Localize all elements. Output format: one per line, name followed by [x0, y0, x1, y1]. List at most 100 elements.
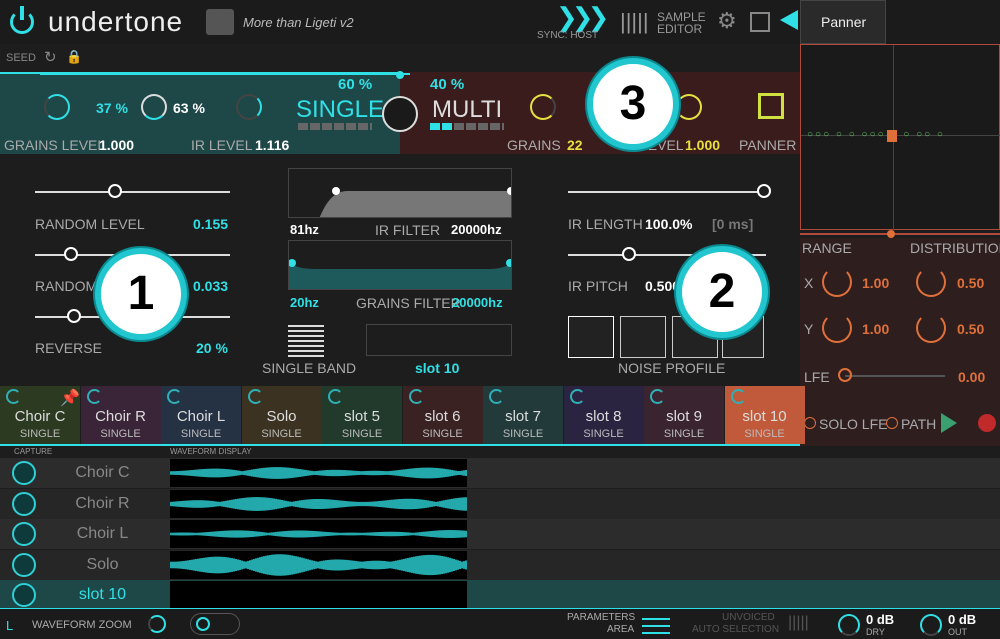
- tab-8[interactable]: slot 9 SINGLE: [644, 386, 724, 444]
- tab-3[interactable]: Solo SINGLE: [241, 386, 322, 444]
- out-knob[interactable]: [920, 614, 942, 636]
- zoom-slider[interactable]: [190, 613, 240, 635]
- capture-row[interactable]: Choir L: [0, 519, 1000, 549]
- panner-icon[interactable]: [758, 93, 784, 119]
- tab-2[interactable]: Choir L SINGLE: [161, 386, 241, 444]
- ir-length-handle[interactable]: [757, 184, 771, 198]
- random-handle[interactable]: [64, 247, 78, 261]
- noise-profile-2[interactable]: [620, 316, 666, 358]
- path-label: PATH: [901, 416, 937, 432]
- single-label[interactable]: SINGLE: [296, 96, 384, 124]
- capture-row[interactable]: Solo: [0, 549, 1000, 580]
- panner-tooltip: Panner: [800, 0, 886, 44]
- grains-knob[interactable]: [530, 94, 556, 120]
- pin-icon[interactable]: 📌: [60, 388, 80, 408]
- capture-icon[interactable]: [12, 583, 36, 607]
- seed-label: SEED: [6, 52, 36, 64]
- y-range-knob[interactable]: [822, 313, 852, 343]
- pct-single: 60 %: [338, 76, 373, 93]
- x-range-knob[interactable]: [822, 267, 852, 297]
- tab-name: slot 9: [666, 408, 702, 425]
- params-label-2[interactable]: AREA: [607, 624, 634, 635]
- path-radio[interactable]: [886, 417, 898, 429]
- tab-7[interactable]: slot 8 SINGLE: [563, 386, 644, 444]
- capture-icon[interactable]: [12, 491, 36, 516]
- gear-icon[interactable]: ⚙: [717, 8, 737, 34]
- panner-arrow-icon: [780, 10, 798, 30]
- row-name: Choir C: [75, 464, 130, 481]
- solo-lfe-radio[interactable]: [804, 417, 816, 429]
- dry-value: 0 dB: [866, 612, 895, 627]
- preset-name[interactable]: More than Ligeti v2: [243, 15, 354, 30]
- panner-area[interactable]: ○○○ ○ ○ ○○○ ○ ○ ○○ ○: [800, 44, 1000, 231]
- tab-1[interactable]: Choir R SINGLE: [80, 386, 161, 444]
- tab-9[interactable]: slot 10 SINGLE: [724, 386, 805, 444]
- dry-label: DRY: [866, 627, 885, 637]
- unvoiced-icon[interactable]: |||||: [788, 614, 809, 632]
- zoom-knob[interactable]: [148, 615, 166, 633]
- tab-sub: SINGLE: [180, 428, 222, 440]
- grains-label: GRAINS: [507, 137, 561, 153]
- refresh-icon[interactable]: ↻: [44, 48, 57, 66]
- random-level-handle[interactable]: [108, 184, 122, 198]
- ir-length-slider[interactable]: [568, 191, 766, 193]
- range-label: RANGE: [802, 240, 852, 256]
- x-dist-value: 0.50: [957, 275, 985, 291]
- lock-icon[interactable]: 🔒: [66, 49, 82, 65]
- knob3[interactable]: [236, 94, 262, 120]
- capture-icon[interactable]: [12, 522, 36, 546]
- zoom-slider-handle[interactable]: [196, 617, 210, 631]
- capture-row[interactable]: Choir R: [0, 488, 1000, 519]
- level-knob[interactable]: [676, 94, 702, 120]
- random-level-slider[interactable]: [35, 191, 230, 193]
- sync-icon[interactable]: ❯❯❯: [556, 2, 609, 33]
- grains-filter-curve: [289, 259, 511, 289]
- reverse-handle[interactable]: [67, 309, 81, 323]
- window-icon[interactable]: [750, 12, 770, 32]
- preset-icon[interactable]: [206, 9, 234, 35]
- dry-knob[interactable]: [838, 614, 860, 636]
- capture-icon[interactable]: [12, 552, 36, 577]
- ir-filter-low: 81hz: [290, 222, 319, 237]
- ir-pitch-handle[interactable]: [622, 247, 636, 261]
- capture-icon[interactable]: [12, 461, 36, 485]
- grains-filter-graph[interactable]: [288, 240, 512, 290]
- tab-sub: SINGLE: [341, 428, 383, 440]
- panner-bottom-dot[interactable]: [887, 230, 895, 238]
- params-icon[interactable]: [642, 614, 670, 634]
- single-band-icon[interactable]: [288, 325, 324, 357]
- slot-icon: [247, 389, 263, 404]
- capture-row[interactable]: Choir C: [0, 458, 1000, 488]
- lfe-handle[interactable]: [838, 368, 852, 382]
- mode-knob[interactable]: [382, 96, 418, 132]
- tab-6[interactable]: slot 7 SINGLE: [483, 386, 563, 444]
- slot-box[interactable]: [366, 324, 512, 356]
- lfe-slider[interactable]: [845, 375, 945, 377]
- ir-filter-graph[interactable]: [288, 168, 512, 218]
- multi-label[interactable]: MULTI: [432, 96, 502, 124]
- sample-editor-label-2[interactable]: EDITOR: [657, 22, 702, 36]
- tab-4[interactable]: slot 5 SINGLE: [322, 386, 402, 444]
- params-label-1[interactable]: PARAMETERS: [567, 612, 635, 623]
- panner-center-handle[interactable]: [887, 130, 897, 142]
- x-dist-knob[interactable]: [916, 267, 946, 297]
- grains-level-knob[interactable]: [44, 94, 70, 120]
- badge-1: 1: [95, 248, 187, 340]
- tab-name: slot 8: [585, 408, 622, 425]
- y-value: 1.00: [862, 321, 890, 337]
- ir-mix-knob[interactable]: [141, 94, 167, 120]
- play-icon[interactable]: [941, 413, 957, 433]
- tab-sub: SINGLE: [100, 428, 141, 440]
- balance-handle[interactable]: [396, 71, 404, 79]
- slot-icon: [167, 389, 182, 404]
- waveform-icon[interactable]: |||||: [620, 9, 649, 35]
- record-icon[interactable]: [978, 414, 996, 432]
- ir-level-label: IR LEVEL: [191, 137, 253, 153]
- y-dist-knob[interactable]: [916, 313, 946, 343]
- capture-row[interactable]: slot 10: [0, 580, 1000, 610]
- distribution-label: DISTRIBUTION: [910, 240, 1000, 256]
- grains-value: 22: [567, 137, 583, 153]
- tab-5[interactable]: slot 6 SINGLE: [402, 386, 483, 444]
- slot-icon: [6, 389, 21, 404]
- noise-profile-1[interactable]: [568, 316, 614, 358]
